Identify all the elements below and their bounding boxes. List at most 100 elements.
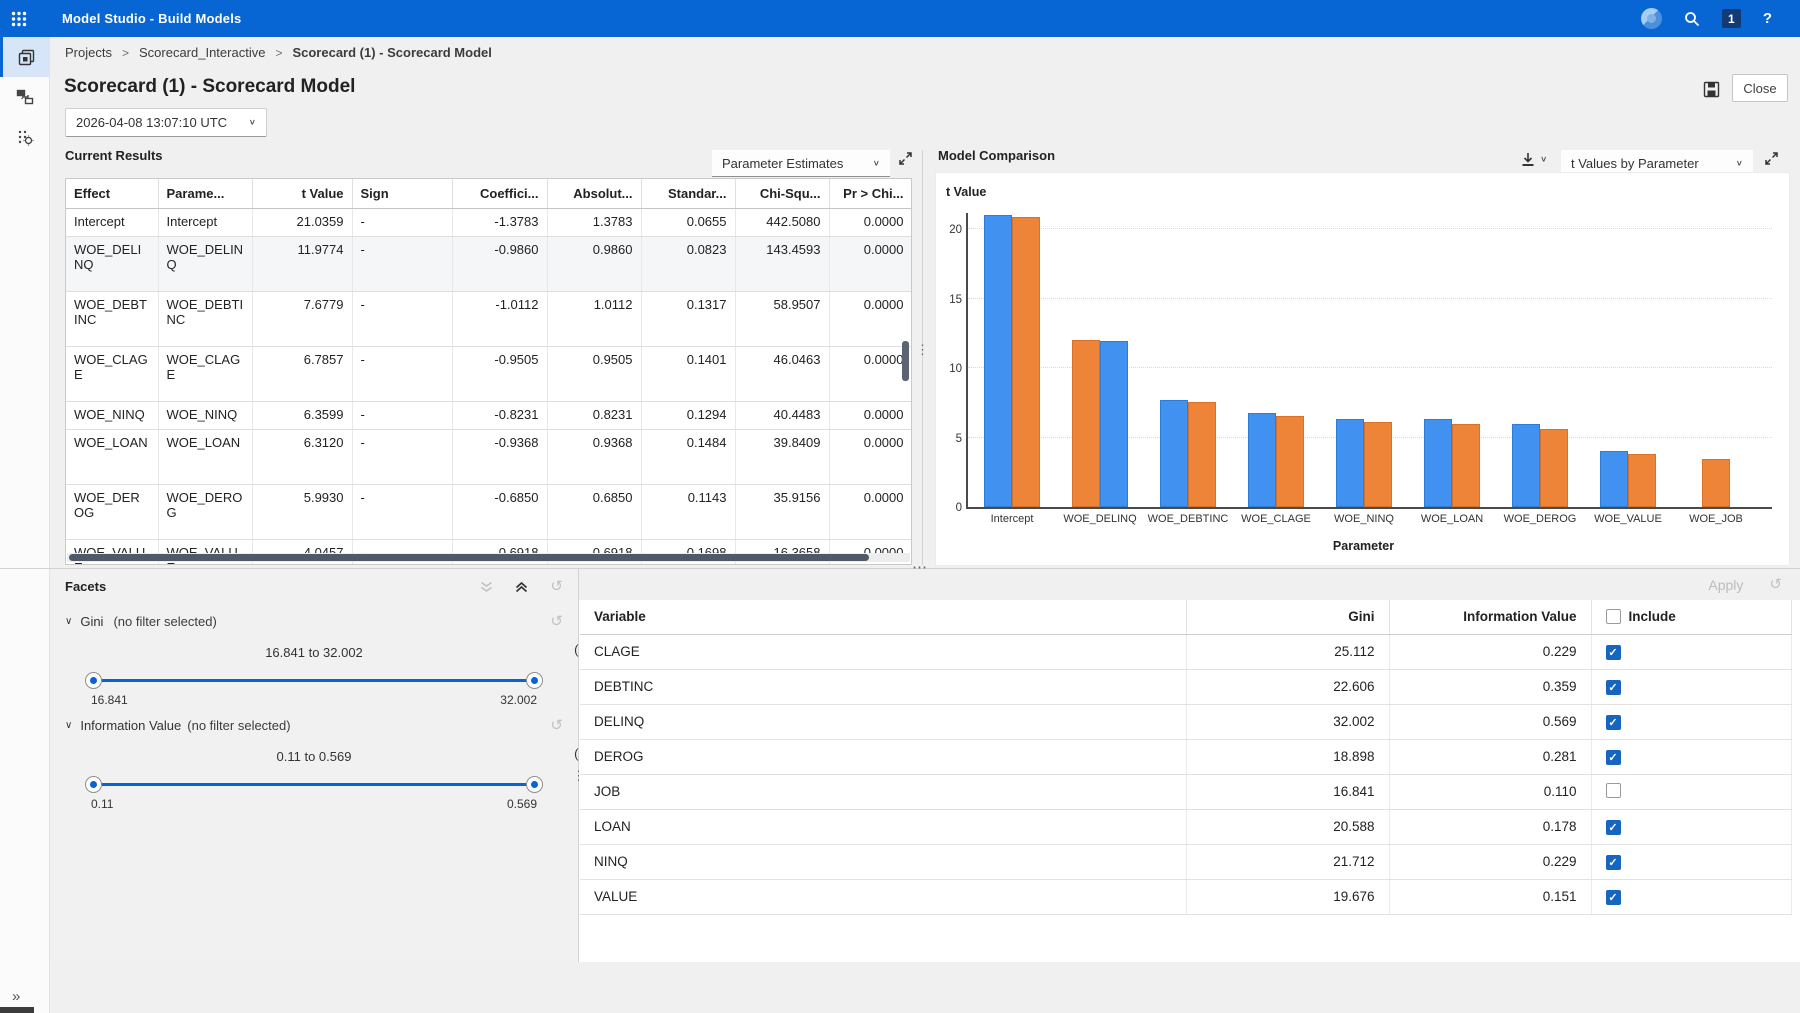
bar-blue-WOE_LOAN[interactable] <box>1424 419 1452 507</box>
rail-pipeline-icon[interactable] <box>0 77 50 117</box>
save-icon[interactable] <box>1700 78 1722 100</box>
chevron-down-icon: ∨ <box>1540 155 1547 164</box>
results-view-select[interactable]: Parameter Estimates ∨ <box>712 150 890 177</box>
variables-row[interactable]: DEBTINC22.6060.359✓ <box>580 669 1791 704</box>
variables-row[interactable]: LOAN20.5880.178✓ <box>580 809 1791 844</box>
param-col-header[interactable]: Chi-Squ... <box>735 179 829 208</box>
reset-all-facets-icon[interactable]: ↺ <box>550 579 563 594</box>
bar-orange-WOE_VALUE[interactable] <box>1628 454 1656 508</box>
bar-orange-WOE_DELINQ[interactable] <box>1072 340 1100 507</box>
table-cell: WOE_DEBTINC <box>66 291 158 346</box>
table-row[interactable]: WOE_DEBTINCWOE_DEBTINC7.6779--1.01121.01… <box>66 291 912 346</box>
variables-row[interactable]: CLAGE25.1120.229✓ <box>580 634 1791 669</box>
table-row[interactable]: WOE_CLAGEWOE_CLAGE6.7857--0.95050.95050.… <box>66 346 912 401</box>
breadcrumb-projects[interactable]: Projects <box>65 45 112 60</box>
variables-row[interactable]: JOB16.8410.110 <box>580 774 1791 809</box>
table-cell: WOE_DELINQ <box>66 236 158 291</box>
param-col-header[interactable]: Absolut... <box>547 179 641 208</box>
maximize-results-button[interactable] <box>899 152 912 165</box>
param-col-header[interactable]: Pr > Chi... <box>829 179 912 208</box>
iv-min-handle[interactable] <box>85 776 102 793</box>
variables-row[interactable]: NINQ21.7120.229✓ <box>580 844 1791 879</box>
chevron-down-icon[interactable]: ∨ <box>65 616 72 627</box>
bar-orange-WOE_CLAGE[interactable] <box>1276 416 1304 507</box>
rail-data-icon[interactable] <box>0 117 50 157</box>
notification-badge[interactable]: 1 <box>1722 9 1741 28</box>
variables-col-gini[interactable]: Gini <box>1186 600 1389 634</box>
table-row[interactable]: WOE_NINQWOE_NINQ6.3599--0.82310.82310.12… <box>66 401 912 429</box>
bar-orange-WOE_LOAN[interactable] <box>1452 424 1480 507</box>
vertical-scrollbar[interactable] <box>902 341 909 381</box>
app-grid-icon[interactable] <box>0 0 38 37</box>
chart-download-button[interactable]: ∨ <box>1521 152 1547 167</box>
table-row[interactable]: WOE_DEROGWOE_DEROG5.9930--0.68500.68500.… <box>66 484 912 539</box>
table-row[interactable]: WOE_LOANWOE_LOAN6.3120--0.93680.93680.14… <box>66 429 912 484</box>
include-checkbox[interactable] <box>1606 783 1621 798</box>
param-col-header[interactable]: Parame... <box>158 179 252 208</box>
reset-iv-facet-icon[interactable]: ↺ <box>550 718 563 733</box>
breadcrumb-separator: > <box>122 46 129 60</box>
rail-results-icon[interactable] <box>0 37 50 77</box>
apply-button[interactable]: Apply <box>1708 577 1743 593</box>
horizontal-scrollbar[interactable] <box>69 554 869 561</box>
include-checkbox[interactable]: ✓ <box>1606 680 1621 695</box>
run-timestamp-dropdown[interactable]: 2026-04-08 13:07:10 UTC ∨ <box>65 108 267 137</box>
reset-variables-icon[interactable]: ↺ <box>1769 577 1782 592</box>
parameter-estimates-table-card: EffectParame...t ValueSignCoeffici...Abs… <box>65 178 912 565</box>
search-icon[interactable] <box>1684 11 1700 27</box>
param-col-header[interactable]: Standar... <box>641 179 735 208</box>
maximize-chart-button[interactable] <box>1765 152 1778 165</box>
include-checkbox[interactable]: ✓ <box>1606 820 1621 835</box>
bar-blue-WOE_DELINQ[interactable] <box>1100 341 1128 507</box>
gini-max-handle[interactable] <box>526 672 543 689</box>
variables-row[interactable]: DEROG18.8980.281✓ <box>580 739 1791 774</box>
table-cell: -0.9368 <box>452 429 547 484</box>
table-row[interactable]: WOE_DELINQWOE_DELINQ11.9774--0.98600.986… <box>66 236 912 291</box>
bar-orange-WOE_JOB[interactable] <box>1702 459 1730 507</box>
include-checkbox[interactable]: ✓ <box>1606 855 1621 870</box>
bar-orange-WOE_DEBTINC[interactable] <box>1188 402 1216 507</box>
bar-blue-WOE_DEROG[interactable] <box>1512 424 1540 507</box>
bar-blue-WOE_VALUE[interactable] <box>1600 451 1628 507</box>
bar-orange-WOE_DEROG[interactable] <box>1540 429 1568 507</box>
variables-col-iv[interactable]: Information Value <box>1389 600 1591 634</box>
bar-blue-WOE_DEBTINC[interactable] <box>1160 400 1188 507</box>
breadcrumb-project-name[interactable]: Scorecard_Interactive <box>139 45 265 60</box>
chevron-down-icon[interactable]: ∨ <box>65 720 72 731</box>
bar-blue-WOE_NINQ[interactable] <box>1336 419 1364 507</box>
table-cell: 0.1484 <box>641 429 735 484</box>
iv-min-label: 0.11 <box>91 797 113 811</box>
app-top-bar: Model Studio - Build Models 1 ? <box>0 0 1800 37</box>
param-col-header[interactable]: Coeffici... <box>452 179 547 208</box>
close-button[interactable]: Close <box>1732 74 1788 102</box>
bar-blue-Intercept[interactable] <box>984 215 1012 507</box>
param-col-header[interactable]: t Value <box>252 179 352 208</box>
variables-row[interactable]: DELINQ32.0020.569✓ <box>580 704 1791 739</box>
bar-orange-WOE_NINQ[interactable] <box>1364 422 1392 507</box>
variable-name: VALUE <box>580 879 1186 914</box>
current-results-title: Current Results <box>65 148 163 163</box>
iv-max-handle[interactable] <box>526 776 543 793</box>
variables-col-variable[interactable]: Variable <box>580 600 1186 634</box>
gini-min-handle[interactable] <box>85 672 102 689</box>
include-all-checkbox[interactable] <box>1606 609 1621 624</box>
top-panels-splitter-handle[interactable]: ⋮ <box>916 342 929 358</box>
help-icon[interactable]: ? <box>1763 10 1772 27</box>
gini-range-slider <box>85 671 543 689</box>
reset-gini-facet-icon[interactable]: ↺ <box>550 614 563 629</box>
include-checkbox[interactable]: ✓ <box>1606 645 1621 660</box>
variables-panel: Apply ↺ Variable Gini Information Value … <box>579 569 1800 962</box>
table-row[interactable]: InterceptIntercept21.0359--1.37831.37830… <box>66 208 912 236</box>
filter-options-icon[interactable] <box>480 581 493 593</box>
variables-row[interactable]: VALUE19.6760.151✓ <box>580 879 1791 914</box>
table-cell: 46.0463 <box>735 346 829 401</box>
include-checkbox[interactable]: ✓ <box>1606 890 1621 905</box>
bar-orange-Intercept[interactable] <box>1012 217 1040 508</box>
collapse-all-icon[interactable] <box>515 580 528 593</box>
param-col-header[interactable]: Sign <box>352 179 452 208</box>
bar-blue-WOE_CLAGE[interactable] <box>1248 413 1276 507</box>
rail-expand-icon[interactable]: » <box>12 988 20 1005</box>
include-checkbox[interactable]: ✓ <box>1606 715 1621 730</box>
include-checkbox[interactable]: ✓ <box>1606 750 1621 765</box>
param-col-header[interactable]: Effect <box>66 179 158 208</box>
